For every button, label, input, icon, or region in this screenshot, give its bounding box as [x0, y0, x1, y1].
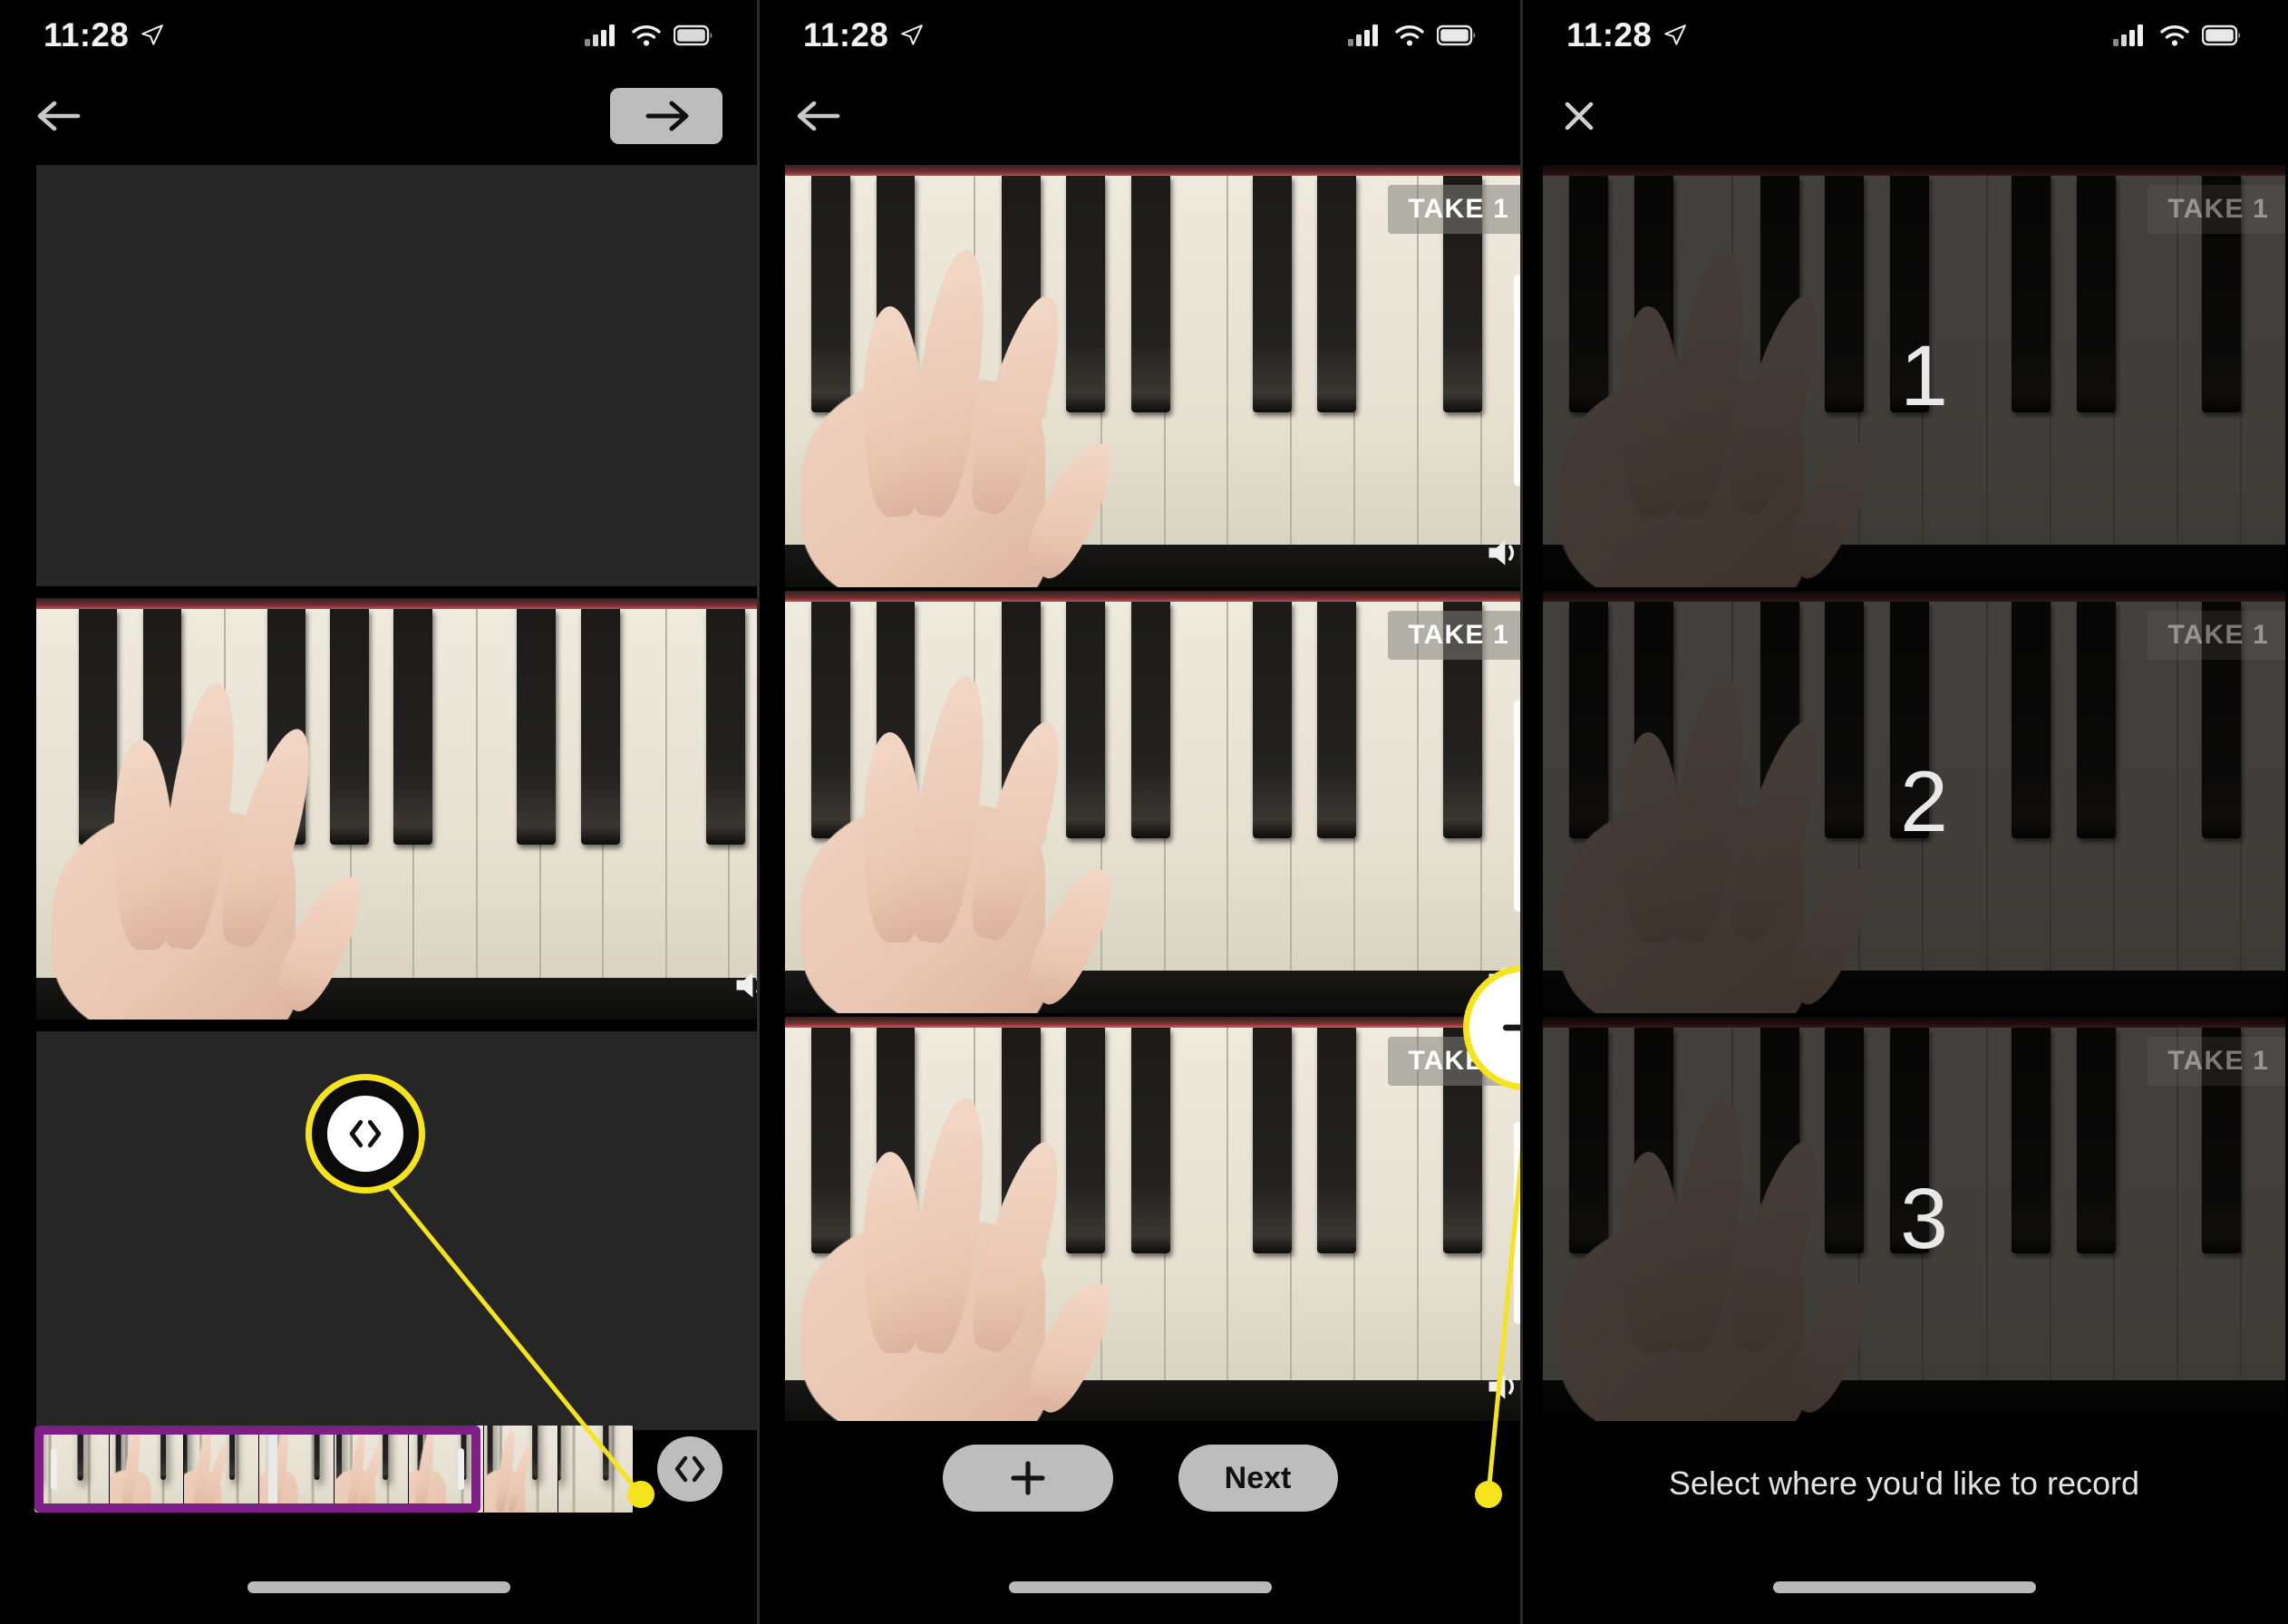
status-bar-time: 11:28	[803, 16, 889, 53]
wifi-icon	[2160, 25, 2189, 46]
timeline-playhead[interactable]	[267, 1426, 277, 1513]
slot-number: 1	[1900, 327, 1948, 424]
nav-bar	[0, 71, 757, 161]
speaker-icon[interactable]	[1484, 535, 1523, 571]
take-badge: TAKE 1	[1388, 185, 1520, 234]
tile-placeholder-top[interactable]	[36, 165, 757, 586]
tile-take-2[interactable]: TAKE 1	[785, 591, 1523, 1013]
status-bar-time: 11:28	[1566, 16, 1653, 53]
piano-keyboard-frame	[36, 598, 757, 1020]
clip-progress-bar[interactable]	[1514, 275, 1520, 487]
trim-brackets-icon	[674, 1455, 705, 1483]
status-bar: 11:28	[760, 0, 1520, 71]
cellular-signal-icon	[585, 24, 615, 46]
status-bar-left: 11:28	[803, 16, 924, 54]
status-bar-time: 11:28	[44, 16, 130, 53]
slot-1[interactable]: TAKE 1 1	[1543, 165, 2285, 587]
battery-icon	[2202, 24, 2241, 46]
forward-button[interactable]	[610, 88, 722, 144]
plus-icon	[1010, 1461, 1045, 1495]
status-bar-left: 11:28	[44, 16, 164, 54]
close-button[interactable]	[1557, 94, 1601, 138]
take-badge: TAKE 1	[1388, 611, 1520, 660]
home-indicator	[1772, 1581, 2036, 1593]
slot-number: 2	[1900, 753, 1948, 850]
back-button[interactable]	[34, 97, 83, 135]
slot-3[interactable]: TAKE 1 3	[1543, 1017, 2285, 1421]
wifi-icon	[632, 25, 661, 46]
home-indicator	[247, 1581, 510, 1593]
panel-takes-list-screen: 11:28 TAKE 1 TAKE 1 TAKE 1 Next	[757, 0, 1523, 1624]
back-button[interactable]	[794, 97, 843, 135]
clip-progress-bar[interactable]	[1514, 1121, 1520, 1324]
arrow-left-icon	[37, 101, 81, 131]
arrow-right-icon	[645, 101, 689, 131]
location-arrow-icon	[141, 24, 163, 45]
take-badge: TAKE 1	[1388, 1037, 1520, 1086]
home-indicator	[1008, 1581, 1272, 1593]
speaker-icon[interactable]	[1484, 1368, 1523, 1405]
timeline-row	[0, 1419, 757, 1519]
screenshot-root: 11:28 11:28 TAKE 1 TAKE 1 TAKE 1 Next 11…	[0, 0, 2288, 1624]
status-bar-right	[585, 24, 713, 47]
speaker-icon[interactable]	[1484, 961, 1523, 997]
bottom-action-bar: Next	[760, 1428, 1520, 1528]
clip-progress-bar[interactable]	[1514, 701, 1520, 913]
cellular-signal-icon	[2113, 24, 2143, 46]
hand-overlay	[800, 1089, 1196, 1421]
close-x-icon	[1565, 102, 1594, 130]
panel-edit-clip-screen: 11:28	[0, 0, 757, 1624]
status-bar: 11:28	[0, 0, 757, 71]
slot-2[interactable]: TAKE 1 2	[1543, 591, 2285, 1013]
location-arrow-icon	[901, 24, 923, 45]
nav-bar	[760, 71, 1520, 161]
wifi-icon	[1395, 25, 1424, 46]
tile-take-3[interactable]: TAKE 1	[785, 1017, 1523, 1421]
location-arrow-icon	[1664, 24, 1686, 45]
hand-overlay	[800, 667, 1196, 1013]
battery-icon	[1437, 24, 1476, 46]
add-take-button[interactable]	[942, 1445, 1113, 1512]
tile-video-clip[interactable]	[36, 598, 757, 1020]
instruction-caption: Select where you'd like to record	[1668, 1464, 2140, 1503]
status-bar-right	[2113, 24, 2242, 47]
timeline-scrubber[interactable]	[34, 1426, 634, 1513]
slot-number: 3	[1900, 1170, 1948, 1267]
speaker-icon[interactable]	[732, 967, 757, 1003]
status-bar: 11:28	[1523, 0, 2285, 71]
status-bar-right	[1348, 24, 1477, 47]
next-button[interactable]: Next	[1178, 1445, 1338, 1512]
status-bar-left: 11:28	[1566, 16, 1687, 54]
hand-overlay	[800, 241, 1196, 587]
tile-placeholder-bottom[interactable]	[36, 1031, 757, 1430]
hand-overlay	[51, 674, 445, 1020]
panel-select-slot-screen: 11:28 TAKE 1 1 TAKE 1 2 TAKE 1 3 Select …	[1523, 0, 2285, 1624]
arrow-left-icon	[797, 101, 840, 131]
filmstrip	[34, 1426, 634, 1513]
cellular-signal-icon	[1348, 24, 1378, 46]
nav-bar	[1523, 71, 2285, 161]
trim-button[interactable]	[657, 1436, 722, 1502]
battery-icon	[674, 24, 713, 46]
tile-take-1[interactable]: TAKE 1	[785, 165, 1523, 587]
